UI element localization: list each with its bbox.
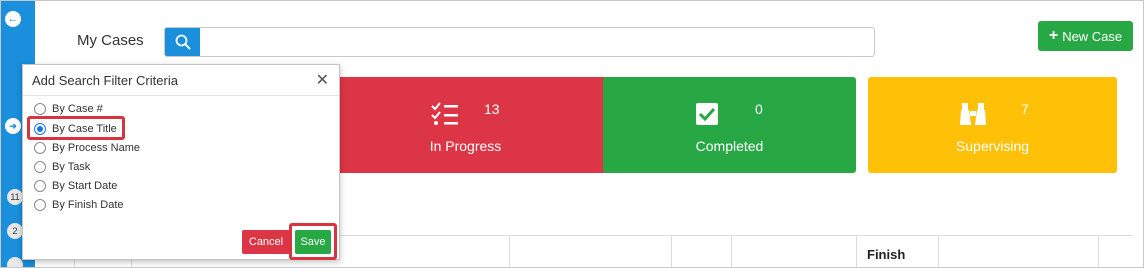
- rail-badge: 2: [7, 223, 23, 239]
- radio-button[interactable]: [34, 103, 46, 115]
- filter-option-start-date[interactable]: By Start Date: [34, 179, 117, 193]
- column-header-finish[interactable]: Finish: [867, 247, 905, 262]
- rail-badge: 11: [7, 189, 23, 205]
- app-window: ← ➜ 11 2 My Cases + New Case 13 In Progr…: [0, 0, 1144, 268]
- option-label: By Start Date: [52, 180, 118, 192]
- radio-button[interactable]: [34, 180, 46, 192]
- expand-arrow-icon[interactable]: ➜: [5, 118, 21, 134]
- card-count: 7: [1021, 101, 1029, 117]
- new-case-button[interactable]: + New Case: [1038, 21, 1133, 51]
- option-label: By Finish Date: [52, 199, 124, 211]
- radio-button[interactable]: [34, 161, 46, 173]
- table-divider: [509, 235, 510, 267]
- option-label: By Task: [52, 161, 91, 173]
- filter-option-case-number[interactable]: By Case #: [34, 102, 103, 116]
- card-label: Supervising: [955, 138, 1030, 154]
- binoculars-icon: [960, 103, 986, 125]
- card-supervising[interactable]: 7 Supervising: [868, 77, 1117, 173]
- table-divider: [671, 235, 672, 267]
- table-divider: [1098, 235, 1099, 267]
- table-divider: [938, 235, 939, 267]
- new-case-label: New Case: [1062, 28, 1123, 44]
- table-divider: [731, 235, 732, 267]
- rail-badge-partial: [7, 257, 23, 267]
- search-bar[interactable]: [164, 27, 875, 57]
- collapse-arrow-icon[interactable]: ←: [5, 11, 21, 27]
- cancel-button[interactable]: Cancel: [242, 230, 290, 254]
- close-icon[interactable]: ✕: [316, 73, 329, 89]
- dialog-title: Add Search Filter Criteria: [32, 73, 178, 88]
- checklist-icon: [431, 102, 458, 125]
- checkbox-icon: [696, 103, 718, 125]
- highlight-box: [289, 223, 337, 260]
- search-button[interactable]: [165, 28, 200, 56]
- filter-option-finish-date[interactable]: By Finish Date: [34, 198, 124, 212]
- card-count: 0: [755, 101, 763, 117]
- dialog-divider: [23, 95, 339, 96]
- card-count: 13: [484, 101, 500, 117]
- page-title: My Cases: [77, 32, 144, 49]
- search-input[interactable]: [201, 28, 873, 56]
- search-icon: [175, 34, 190, 50]
- filter-option-process-name[interactable]: By Process Name: [34, 141, 140, 155]
- filter-dialog: Add Search Filter Criteria ✕ By Case # B…: [22, 64, 340, 260]
- option-label: By Process Name: [52, 142, 141, 154]
- radio-button[interactable]: [34, 199, 46, 211]
- filter-option-task[interactable]: By Task: [34, 160, 90, 174]
- card-label: Completed: [695, 138, 764, 154]
- option-label: By Case #: [52, 103, 103, 115]
- table-divider: [856, 235, 857, 267]
- radio-button[interactable]: [34, 142, 46, 154]
- highlight-box: [27, 116, 125, 140]
- plus-icon: +: [1048, 27, 1059, 44]
- card-completed[interactable]: 0 Completed: [603, 77, 856, 173]
